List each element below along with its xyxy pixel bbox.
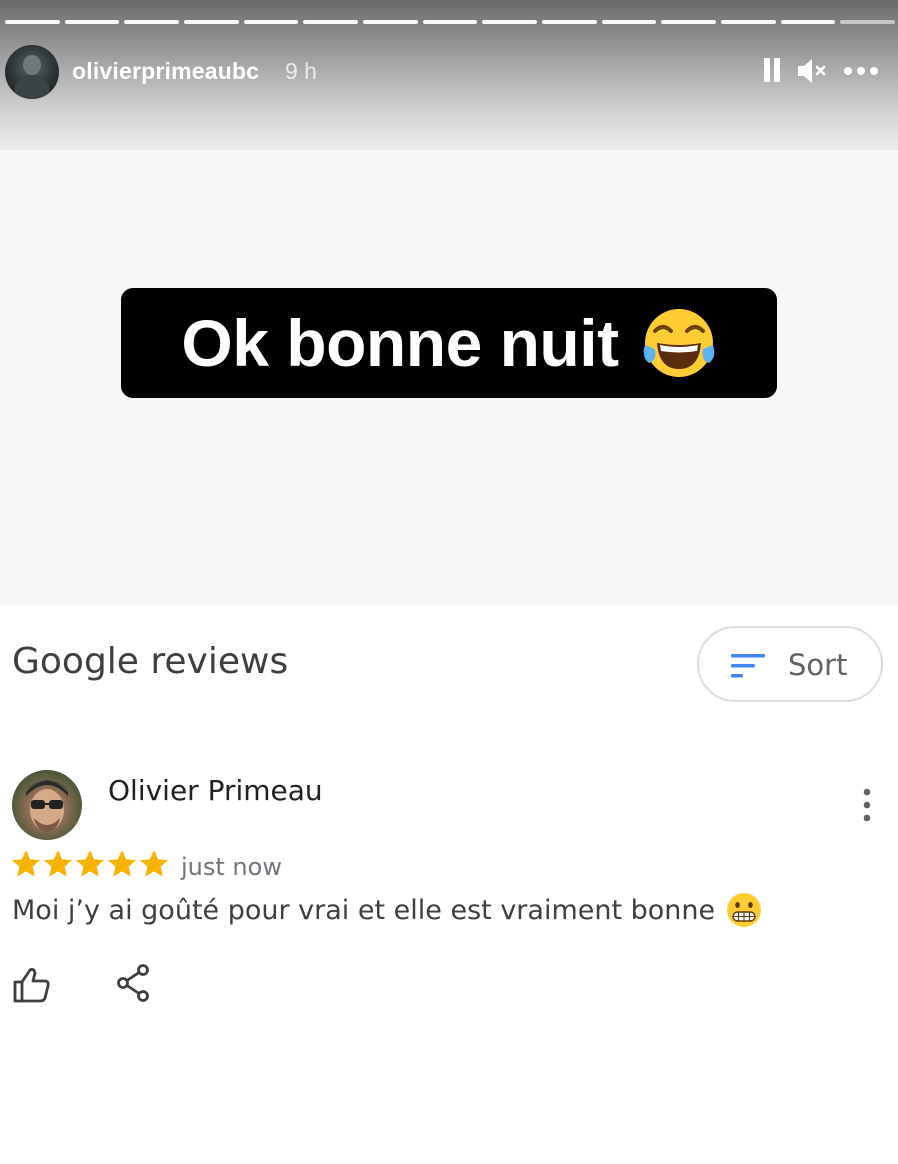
- story-progress-segment: [422, 20, 478, 24]
- pause-icon[interactable]: [762, 56, 782, 84]
- story-header: olivierprimeaubc 9 h: [0, 44, 898, 100]
- review-body: Moi j’y ai goûté pour vrai et elle est v…: [12, 894, 716, 926]
- laughing-emoji-icon: [643, 309, 714, 377]
- star-icon: [108, 850, 136, 877]
- story-timestamp: 9 h: [285, 58, 317, 84]
- story-progress-segment: [303, 20, 359, 24]
- story-progress-segment: [542, 20, 597, 24]
- story-progress-segment: [780, 20, 836, 24]
- story-progress-segment: [601, 20, 657, 24]
- star-icon: [140, 850, 168, 877]
- story-progress-segment: [5, 20, 60, 24]
- story-progress-segment: [840, 20, 896, 24]
- mute-icon[interactable]: [796, 56, 828, 86]
- story-caption: Ok bonne nuit: [121, 288, 777, 398]
- star-icon: [44, 850, 72, 877]
- review-text: Moi j’y ai goûté pour vrai et elle est v…: [12, 891, 763, 929]
- more-options-icon[interactable]: [843, 56, 879, 86]
- story-progress-segment: [243, 20, 299, 24]
- story-progress-segment: [721, 20, 776, 24]
- caption-text: Ok bonne nuit: [181, 306, 619, 380]
- story-progress-bar: [5, 20, 896, 24]
- sort-button[interactable]: Sort: [697, 626, 883, 702]
- reviewer-name[interactable]: Olivier Primeau: [108, 774, 323, 807]
- story-progress-segment: [184, 20, 239, 24]
- review-time: just now: [181, 853, 282, 881]
- sort-icon: [731, 654, 765, 678]
- star-icon: [76, 850, 104, 877]
- reviews-heading: Google reviews: [12, 641, 289, 682]
- avatar[interactable]: [5, 45, 59, 99]
- star-rating: [10, 848, 170, 880]
- sort-label: Sort: [788, 648, 848, 682]
- username[interactable]: olivierprimeaubc: [72, 58, 259, 85]
- thumbs-up-icon[interactable]: [12, 966, 52, 1004]
- story-progress-segment: [482, 20, 538, 24]
- story-progress-segment: [363, 20, 418, 24]
- reviewer-avatar[interactable]: [12, 770, 82, 840]
- share-icon[interactable]: [116, 964, 150, 1002]
- review-more-icon[interactable]: [857, 786, 877, 826]
- grimacing-emoji-icon: [727, 893, 762, 927]
- star-icon: [12, 850, 40, 877]
- story-progress-segment: [124, 20, 180, 24]
- story-progress-segment: [661, 20, 717, 24]
- story-progress-segment: [64, 20, 120, 24]
